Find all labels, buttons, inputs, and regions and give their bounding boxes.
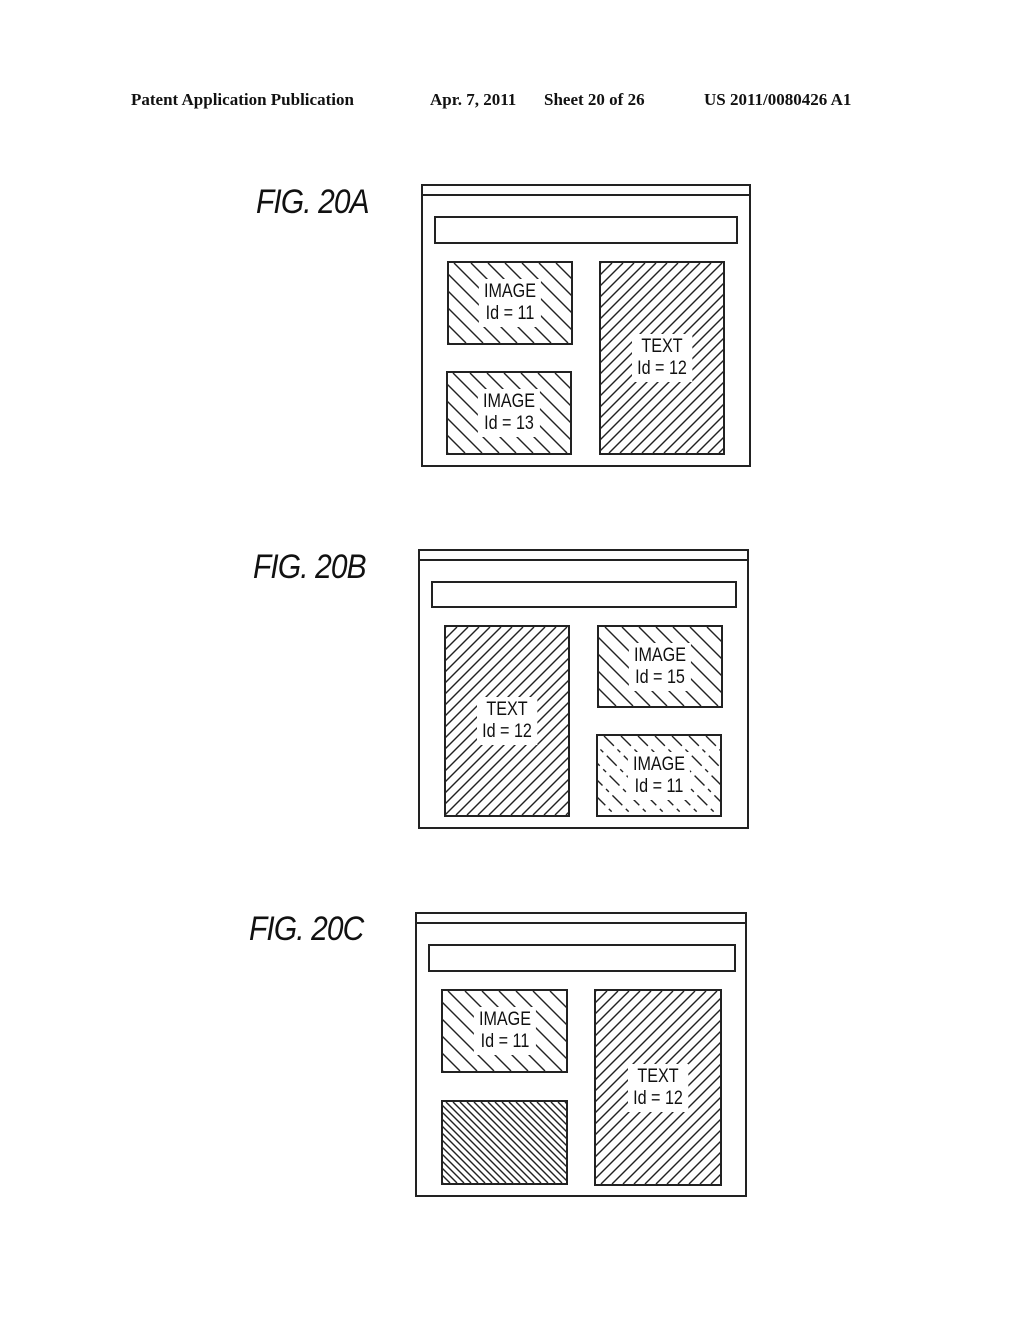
hatch-line [549,991,566,1008]
window-20c: IMAGE Id = 11 TEXT Id = 12 [415,912,747,1197]
hatch-line [443,1161,465,1183]
image-box-id-13[interactable]: IMAGE Id = 13 [446,371,572,455]
hatch-line [543,790,568,815]
hatch-line [554,373,570,389]
publication-title: Patent Application Publication [131,90,354,109]
hatch-line [537,373,570,406]
image-box-id-11[interactable]: IMAGE Id = 11 [441,989,568,1073]
sheet-number: Sheet 20 of 26 [544,90,645,109]
box-label: IMAGE Id = 13 [477,389,541,437]
hatch-line [688,1152,720,1184]
window-titlebar [420,551,747,561]
hatch-line [443,1053,461,1071]
address-bar[interactable] [431,581,737,608]
publication-date: Apr. 7, 2011 [430,90,517,109]
text-box-id-12[interactable]: TEXT Id = 12 [599,261,725,455]
address-bar[interactable] [428,944,736,972]
image-box-id-15[interactable]: IMAGE Id = 15 [597,625,723,708]
hatch-line [443,1112,514,1183]
hatch-line [446,627,469,650]
window-titlebar [423,186,749,196]
box-label: IMAGE Id = 11 [627,751,691,800]
empty-placeholder-box[interactable] [441,1100,568,1185]
box-label: IMAGE Id = 11 [478,279,542,327]
image-box-id-11-moved[interactable]: IMAGE Id = 11 [596,734,722,817]
hatch-pattern [443,1102,566,1183]
hatch-line [596,991,630,1025]
box-label: TEXT Id = 12 [631,334,693,382]
hatch-line [555,263,571,279]
text-box-id-12[interactable]: TEXT Id = 12 [444,625,570,817]
window-20a: IMAGE Id = 11 TEXT Id = 12 IMAGE Id = 13 [421,184,751,467]
hatch-line [515,1102,566,1153]
figure-label-20b: FIG. 20B [253,548,367,586]
figure-label-20c: FIG. 20C [249,910,364,948]
patent-number: US 2011/0080426 A1 [704,90,852,109]
box-label: IMAGE Id = 15 [628,642,692,691]
figure-label-20a: FIG. 20A [256,183,370,221]
hatch-line [696,426,723,453]
address-bar[interactable] [434,216,738,244]
window-20b: TEXT Id = 12 IMAGE Id = 15 IMAGE Id = 11 [418,549,749,829]
text-box-id-12[interactable]: TEXT Id = 12 [594,989,722,1186]
hatch-line [449,325,467,343]
window-titlebar [417,914,745,924]
box-label: TEXT Id = 12 [476,697,538,745]
hatch-line [598,797,616,815]
box-label: TEXT Id = 12 [627,1063,689,1112]
image-box-id-11[interactable]: IMAGE Id = 11 [447,261,573,345]
hatch-line [565,812,568,815]
hatch-line [538,263,571,296]
hatch-line [564,1102,566,1104]
hatch-line [599,688,617,706]
hatch-line [718,448,723,453]
hatch-line [601,263,613,275]
hatch-line [706,627,721,642]
hatch-line [448,435,466,453]
hatch-line [705,736,720,751]
box-label: IMAGE Id = 11 [473,1007,536,1055]
